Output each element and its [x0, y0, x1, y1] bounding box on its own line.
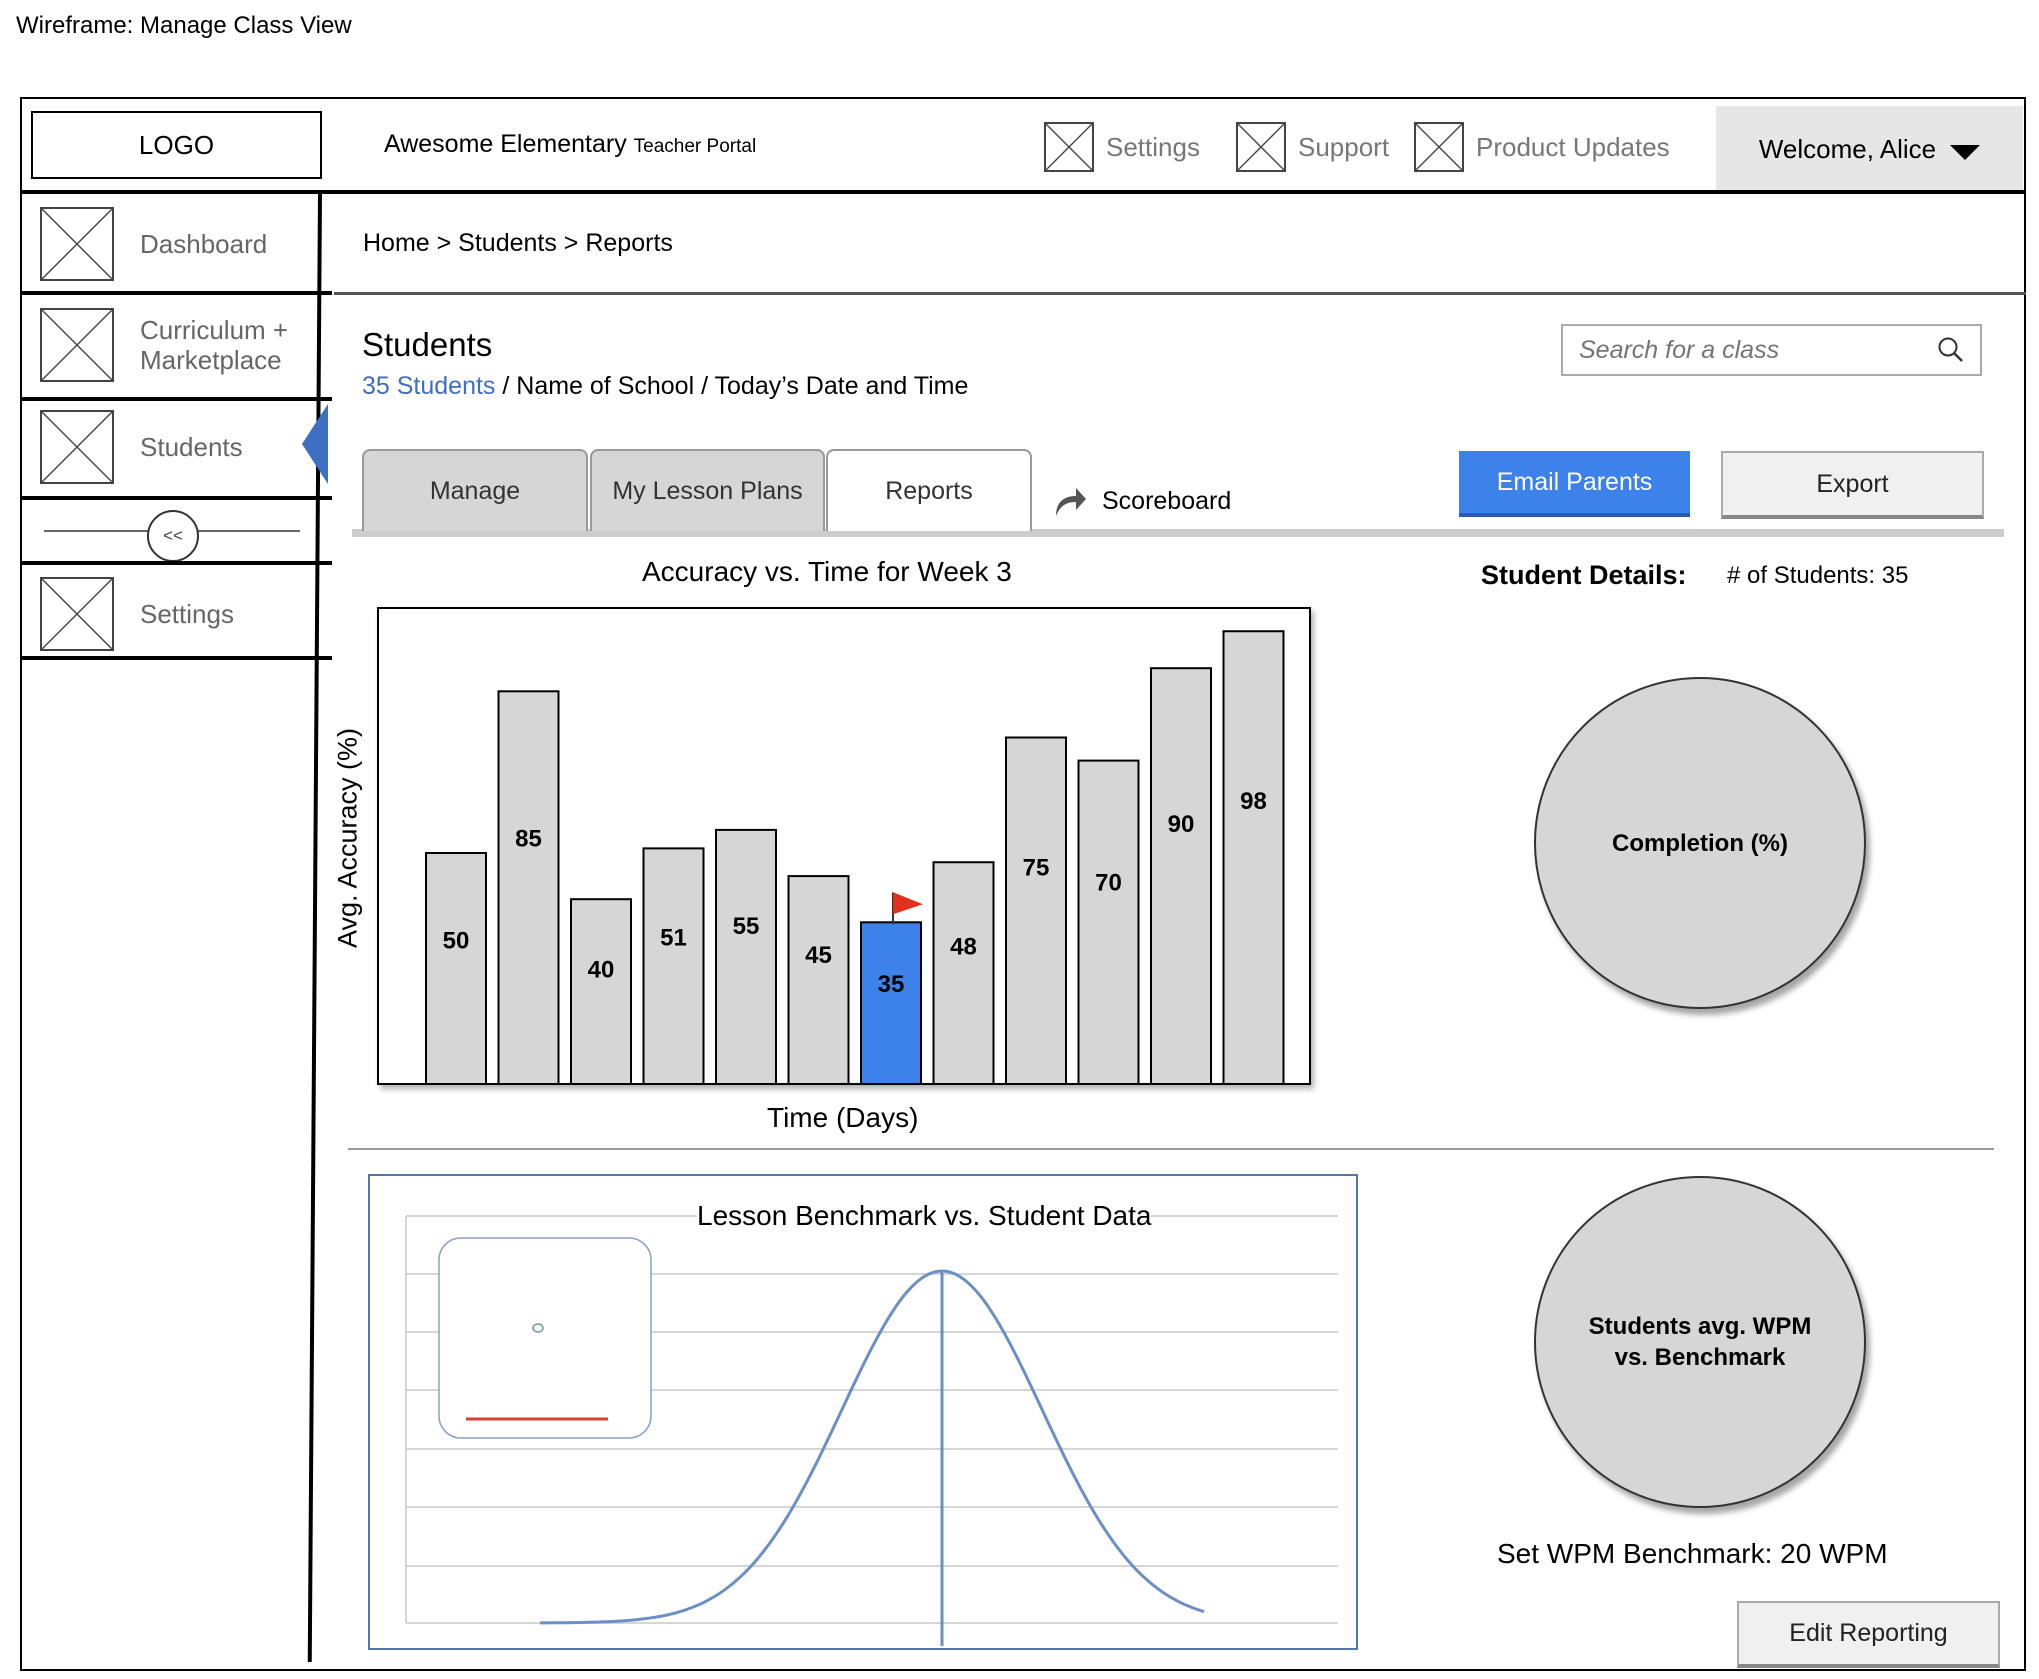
sidebar-separator [20, 656, 332, 660]
bar[interactable] [425, 852, 487, 1085]
bar[interactable] [497, 690, 560, 1086]
sidebar-separator [20, 291, 332, 295]
completion-label: Completion (%) [1612, 829, 1788, 857]
student-count-link[interactable]: 35 Students [362, 372, 495, 400]
placeholder-image-icon [40, 207, 114, 281]
wpm-chart-label: Students avg. WPM vs. Benchmark [1589, 1311, 1812, 1373]
scoreboard-link[interactable]: Scoreboard [1052, 484, 1231, 518]
bar-value-label: 90 [1168, 811, 1195, 838]
collapse-sidebar-button[interactable]: << [147, 510, 199, 562]
caret-down-icon [1950, 144, 1981, 160]
sidebar-separator [20, 561, 332, 565]
page-subtitle: 35 Students / Name of School / Today’s D… [362, 372, 968, 401]
bar-chart-x-axis-label: Time (Days) [767, 1102, 919, 1133]
bar-value-label: 75 [1023, 855, 1050, 882]
scoreboard-label: Scoreboard [1102, 486, 1232, 515]
placeholder-image-icon [40, 308, 114, 382]
completion-chart: Completion (%) [1534, 677, 1866, 1009]
placeholder-image-icon [1414, 122, 1464, 172]
breadcrumb-divider [334, 292, 2026, 295]
bar[interactable] [1150, 667, 1212, 1085]
page-meta: / Name of School / Today’s Date and Time [495, 372, 969, 400]
section-divider [348, 1148, 1994, 1150]
sidebar-item-label-line1: Curriculum + [140, 315, 289, 345]
school-name: Awesome Elementary [384, 130, 627, 158]
logo[interactable]: LOGO [31, 111, 322, 179]
bar[interactable] [787, 875, 850, 1085]
wireframe-title: Wireframe: Manage Class View [16, 12, 352, 39]
bar-chart-title: Accuracy vs. Time for Week 3 [642, 556, 1012, 587]
user-menu[interactable]: Welcome, Alice [1716, 106, 2023, 192]
app-brand: Awesome Elementary Teacher Portal [384, 130, 756, 159]
sidebar-item-label: Dashboard [140, 229, 268, 259]
benchmark-line-chart [405, 1215, 1338, 1646]
bar-value-label: 70 [1095, 869, 1122, 896]
nav-settings[interactable]: Settings [1044, 122, 1200, 172]
bar[interactable] [1222, 630, 1285, 1086]
sidebar-item-settings[interactable]: Settings [40, 577, 234, 651]
placeholder-image-icon [40, 410, 114, 484]
bar-value-label: 50 [443, 927, 470, 954]
tab-reports[interactable]: Reports [826, 449, 1032, 531]
nav-settings-label: Settings [1106, 131, 1200, 162]
search-input[interactable] [1577, 334, 1921, 366]
portal-name: Teacher Portal [633, 136, 757, 157]
bar-value-label: 55 [733, 913, 760, 940]
sidebar-item-students[interactable]: Students [40, 410, 243, 484]
edit-reporting-button[interactable]: Edit Reporting [1737, 1601, 2000, 1668]
placeholder-image-icon [1236, 122, 1286, 172]
bar[interactable] [570, 898, 632, 1086]
nav-support[interactable]: Support [1236, 122, 1389, 172]
sidebar-item-label: Students [140, 432, 243, 462]
sidebar-item-dashboard[interactable]: Dashboard [40, 207, 267, 281]
tab-my-lesson-plans[interactable]: My Lesson Plans [590, 449, 825, 531]
breadcrumb[interactable]: Home > Students > Reports [363, 229, 673, 258]
email-parents-button[interactable]: Email Parents [1459, 451, 1690, 517]
bar-value-label: 45 [805, 942, 832, 969]
bar[interactable] [860, 921, 922, 1085]
bar[interactable] [1005, 736, 1067, 1085]
nav-product-updates[interactable]: Product Updates [1414, 122, 1670, 172]
bar-value-label: 98 [1240, 788, 1267, 815]
share-arrow-icon [1052, 484, 1088, 518]
sidebar-item-curriculum[interactable]: Curriculum + Marketplace [40, 308, 288, 382]
benchmark-chart-title: Lesson Benchmark vs. Student Data [697, 1200, 1152, 1232]
chart-legend [438, 1237, 652, 1439]
sidebar-item-label: Settings [140, 599, 234, 629]
welcome-text: Welcome, Alice [1758, 133, 1937, 164]
sidebar-item-label-line2: Marketplace [140, 345, 282, 375]
wpm-benchmark-setting[interactable]: Set WPM Benchmark: 20 WPM [1497, 1538, 1888, 1570]
placeholder-image-icon [40, 577, 114, 651]
nav-product-updates-label: Product Updates [1476, 131, 1670, 162]
bar[interactable] [642, 847, 705, 1085]
bar[interactable] [932, 861, 995, 1085]
bar-value-label: 35 [878, 971, 905, 998]
student-details-title: Student Details: [1481, 560, 1687, 590]
bar-value-label: 85 [515, 826, 542, 853]
wpm-chart: Students avg. WPM vs. Benchmark [1534, 1176, 1866, 1508]
bar-value-label: 40 [588, 957, 615, 984]
page-title: Students [362, 326, 493, 363]
tab-manage[interactable]: Manage [362, 449, 588, 531]
bar-value-label: 48 [950, 933, 977, 960]
nav-support-label: Support [1298, 131, 1390, 162]
accuracy-bar-chart: 50 85 40 51 55 45 35 48 75 70 90 98 [377, 607, 1311, 1086]
bar-value-label: 51 [660, 925, 687, 952]
search-box[interactable] [1561, 324, 1982, 376]
active-indicator [302, 404, 328, 484]
export-button[interactable]: Export [1721, 451, 1984, 519]
sidebar-item-label: Curriculum + Marketplace [140, 315, 288, 375]
bar[interactable] [715, 828, 777, 1085]
student-count: # of Students: 35 [1727, 562, 1909, 589]
search-icon[interactable] [1936, 335, 1966, 365]
placeholder-image-icon [1044, 122, 1094, 172]
bar[interactable] [1077, 759, 1140, 1085]
wpm-label-line2: vs. Benchmark [1614, 1344, 1786, 1371]
sidebar-separator [20, 496, 332, 500]
wpm-label-line1: Students avg. WPM [1588, 1313, 1812, 1340]
sidebar-separator [20, 397, 332, 401]
